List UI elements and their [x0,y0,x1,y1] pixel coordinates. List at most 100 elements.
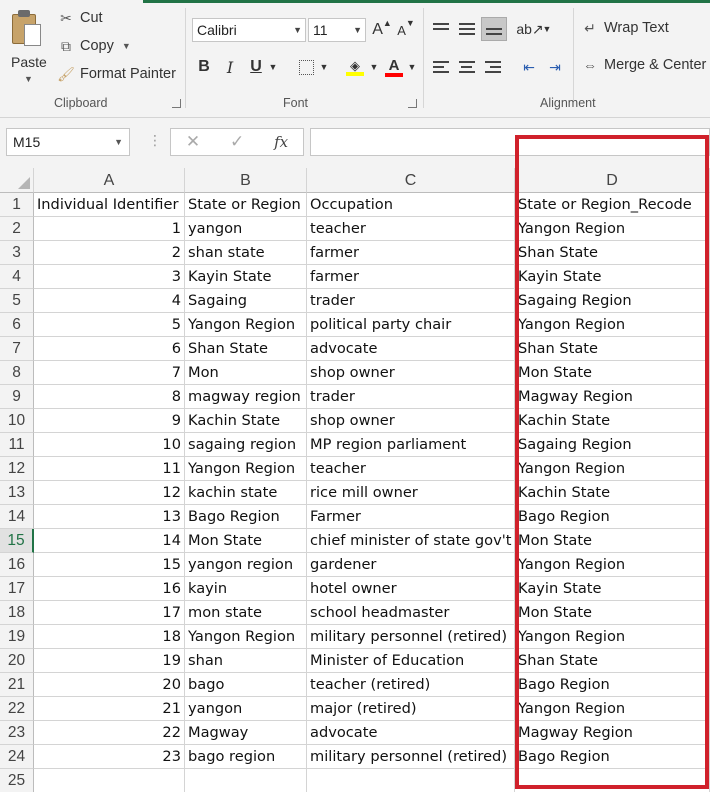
shrink-font-button[interactable]: A ▼ [396,18,416,42]
row-header[interactable]: 11 [0,433,34,457]
bottom-align-button[interactable] [481,17,507,41]
row-header[interactable]: 12 [0,457,34,481]
cell-col-a[interactable]: 16 [34,577,185,601]
insert-function-button[interactable]: fx [274,133,288,151]
cell-col-c[interactable]: farmer [307,241,515,265]
cell-col-a[interactable]: 6 [34,337,185,361]
align-right-button[interactable] [481,55,505,79]
font-color-dropdown-icon[interactable]: ▼ [406,55,418,79]
cell-col-a[interactable]: 20 [34,673,185,697]
cell-col-b[interactable]: Kachin State [185,409,307,433]
cell-col-c[interactable]: trader [307,289,515,313]
row-header[interactable]: 16 [0,553,34,577]
cancel-icon[interactable]: ✕ [186,132,200,152]
paste-label[interactable]: Paste [11,54,47,70]
cell-col-d[interactable]: Mon State [515,361,710,385]
formula-bar-grip-icon[interactable]: ⋮ [148,132,162,149]
cell-col-c[interactable]: trader [307,385,515,409]
cell-col-d[interactable]: Shan State [515,241,710,265]
cell-col-d[interactable]: Mon State [515,601,710,625]
column-header-a[interactable]: A [34,168,185,193]
column-header-c[interactable]: C [307,168,515,193]
row-header[interactable]: 9 [0,385,34,409]
cell-col-a[interactable]: 19 [34,649,185,673]
cell-col-c[interactable]: major (retired) [307,697,515,721]
cell-col-c[interactable]: Minister of Education [307,649,515,673]
row-header[interactable]: 18 [0,601,34,625]
cell-col-b[interactable]: kayin [185,577,307,601]
align-left-button[interactable] [429,55,453,79]
row-header[interactable]: 7 [0,337,34,361]
cell-col-b[interactable]: Bago Region [185,505,307,529]
underline-dropdown-icon[interactable]: ▼ [267,55,279,79]
spreadsheet-grid[interactable]: A B C D 1 Individual Identifier State or R… [0,168,710,792]
cell-col-d[interactable]: Yangon Region [515,553,710,577]
cell-col-a[interactable]: 4 [34,289,185,313]
cell-col-d[interactable]: Mon State [515,529,710,553]
cell-col-c[interactable]: shop owner [307,361,515,385]
cell-col-a[interactable]: 2 [34,241,185,265]
empty-cell[interactable] [34,769,185,792]
middle-align-button[interactable] [455,17,479,41]
cell-col-b[interactable]: magway region [185,385,307,409]
align-center-button[interactable] [455,55,479,79]
copy-dropdown-icon[interactable]: ▼ [122,41,131,51]
column-header-d[interactable]: D [515,168,710,193]
font-color-button[interactable]: A [383,55,405,79]
clipboard-dialog-launcher-icon[interactable] [172,99,181,108]
cell-col-a[interactable]: 12 [34,481,185,505]
cell-col-b[interactable]: bago [185,673,307,697]
cell-col-c[interactable]: farmer [307,265,515,289]
cell-col-c[interactable]: gardener [307,553,515,577]
cell-col-b[interactable]: Sagaing [185,289,307,313]
font-size-select[interactable]: 11 ▼ [308,18,366,42]
paste-dropdown-icon[interactable]: ▼ [24,74,33,84]
cell-col-d[interactable]: Bago Region [515,673,710,697]
wrap-text-button[interactable]: ↵ Wrap Text [582,20,669,37]
cell-col-c[interactable]: chief minister of state gov't [307,529,515,553]
cell-col-d[interactable]: Yangon Region [515,625,710,649]
cut-button[interactable]: ✂ Cut [58,10,102,27]
bold-button[interactable]: B [194,55,214,79]
cell-col-c[interactable]: Farmer [307,505,515,529]
fill-color-button[interactable]: ◈ [344,55,366,79]
cell-col-d[interactable]: Yangon Region [515,313,710,337]
top-align-button[interactable] [429,17,453,41]
column-header-b[interactable]: B [185,168,307,193]
cell-col-b[interactable]: Yangon Region [185,457,307,481]
cell-col-b[interactable]: Yangon Region [185,625,307,649]
header-cell-col-a[interactable]: Individual Identifier [34,193,185,217]
orientation-dropdown-icon[interactable]: ▼ [541,17,553,41]
cell-col-c[interactable]: military personnel (retired) [307,625,515,649]
row-header[interactable]: 25 [0,769,34,792]
empty-cell[interactable] [515,769,710,792]
cell-col-d[interactable]: Yangon Region [515,457,710,481]
cell-col-d[interactable]: Kachin State [515,409,710,433]
cell-col-b[interactable]: Mon State [185,529,307,553]
increase-indent-button[interactable]: ⇥ [543,55,567,79]
cell-col-d[interactable]: Shan State [515,337,710,361]
cell-col-a[interactable]: 11 [34,457,185,481]
empty-cell[interactable] [307,769,515,792]
cell-col-c[interactable]: school headmaster [307,601,515,625]
decrease-indent-button[interactable]: ⇤ [517,55,541,79]
cell-col-a[interactable]: 23 [34,745,185,769]
paste-button[interactable] [10,8,44,50]
underline-button[interactable]: U [246,55,266,79]
cell-col-a[interactable]: 13 [34,505,185,529]
name-box[interactable]: M15 ▼ [6,128,130,156]
cell-col-d[interactable]: Bago Region [515,745,710,769]
cell-col-c[interactable]: teacher [307,217,515,241]
cell-col-d[interactable]: Magway Region [515,385,710,409]
fill-color-dropdown-icon[interactable]: ▼ [368,55,380,79]
cell-col-b[interactable]: yangon [185,217,307,241]
orientation-button[interactable]: ab↗ [516,17,543,41]
row-header[interactable]: 5 [0,289,34,313]
cell-col-c[interactable]: advocate [307,721,515,745]
cell-col-a[interactable]: 22 [34,721,185,745]
format-painter-button[interactable]: 🖌 Format Painter [57,66,176,83]
cell-col-b[interactable]: Kayin State [185,265,307,289]
cell-col-b[interactable]: bago region [185,745,307,769]
cell-col-c[interactable]: teacher [307,457,515,481]
row-header[interactable]: 8 [0,361,34,385]
